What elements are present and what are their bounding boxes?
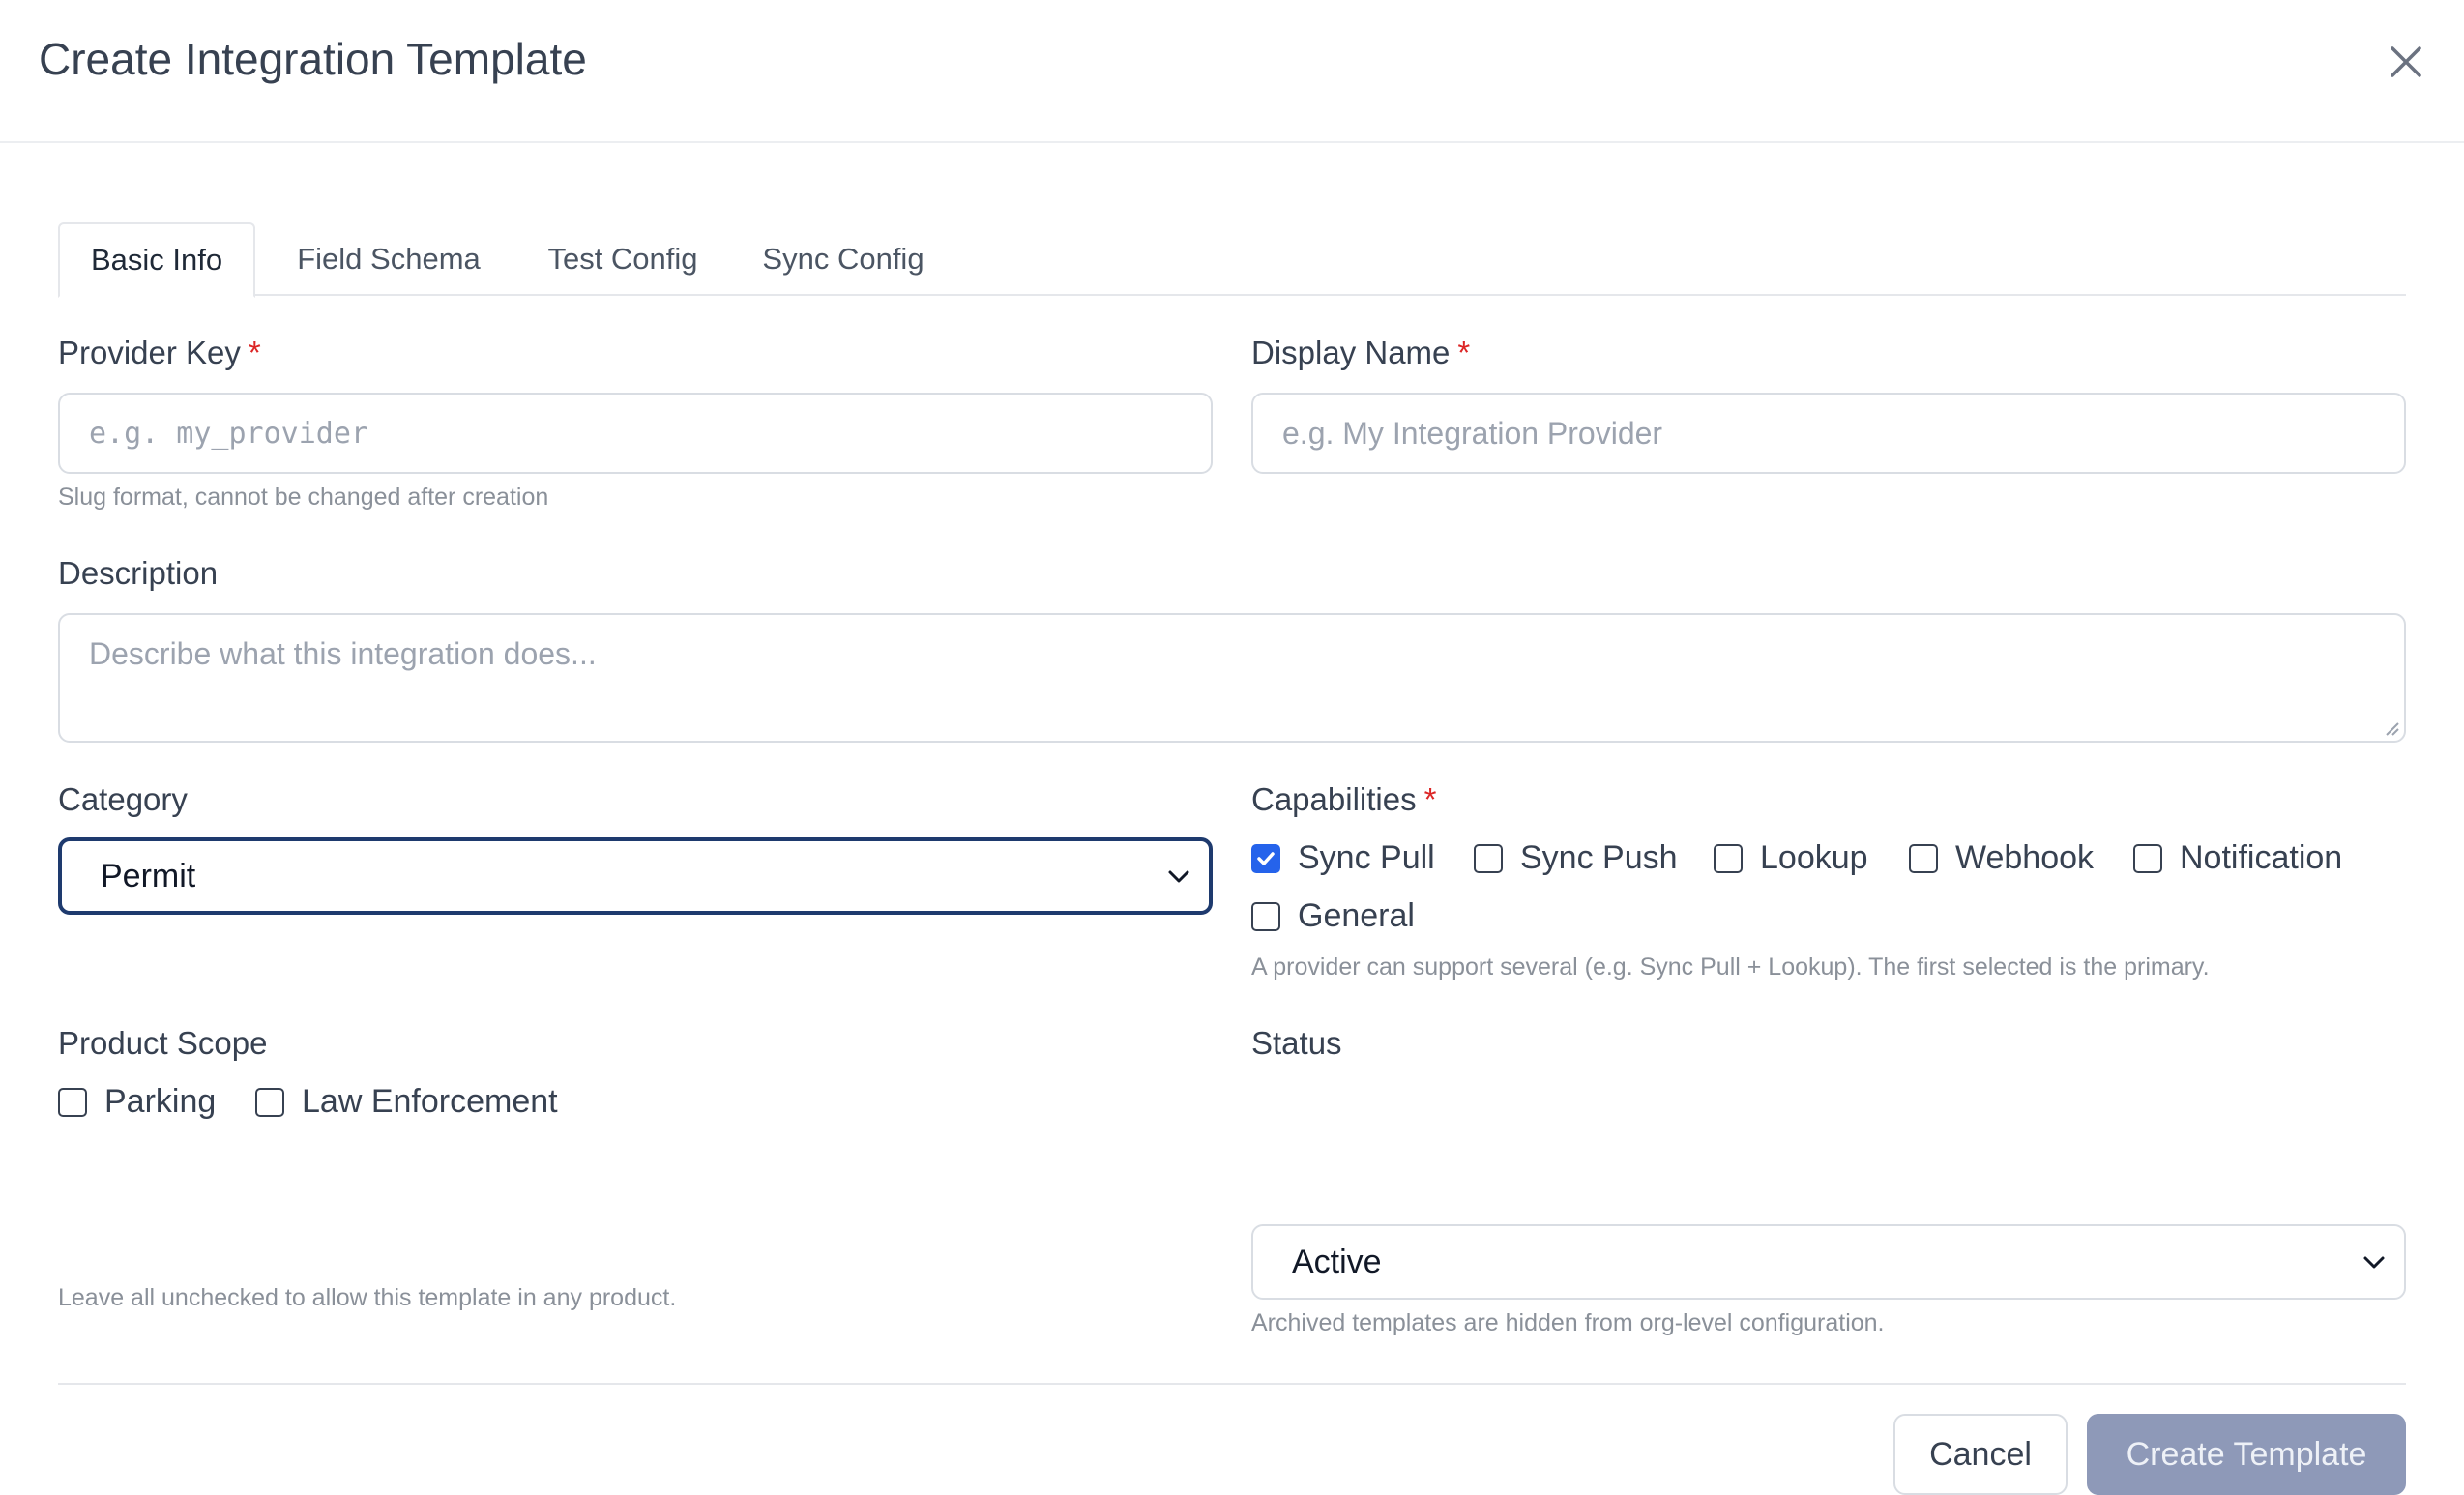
resize-handle-icon[interactable] — [2383, 719, 2400, 737]
tab-bar: Basic Info Field Schema Test Config Sync… — [58, 222, 2406, 298]
capability-webhook[interactable]: Webhook — [1909, 839, 2094, 877]
create-template-button[interactable]: Create Template — [2087, 1414, 2406, 1495]
display-name-label-text: Display Name — [1251, 335, 1451, 370]
description-placeholder: Describe what this integration does... — [89, 636, 597, 671]
footer-divider — [58, 1383, 2406, 1385]
product-scope-law-enforcement[interactable]: Law Enforcement — [255, 1083, 558, 1121]
tab-sync-config[interactable]: Sync Config — [741, 222, 946, 296]
chevron-down-icon — [1168, 870, 1189, 883]
capability-label: Notification — [2180, 839, 2343, 876]
description-textarea[interactable]: Describe what this integration does... — [58, 613, 2406, 743]
category-selected-value: Permit — [101, 857, 196, 894]
checkbox[interactable] — [255, 1087, 284, 1117]
cancel-button[interactable]: Cancel — [1893, 1414, 2068, 1495]
capability-general[interactable]: General — [1251, 897, 1415, 935]
dialog-title: Create Integration Template — [39, 34, 587, 84]
status-select[interactable]: Active — [1251, 1224, 2406, 1300]
capability-notification[interactable]: Notification — [2133, 839, 2342, 877]
checkbox[interactable] — [1909, 843, 1938, 873]
tab-test-config[interactable]: Test Config — [526, 222, 719, 296]
capability-label: Sync Push — [1520, 839, 1678, 876]
checkbox[interactable] — [1714, 843, 1743, 873]
close-button[interactable] — [2381, 37, 2431, 87]
required-mark: * — [248, 335, 261, 370]
capabilities-label-text: Capabilities — [1251, 781, 1417, 817]
product-scope-option-label: Law Enforcement — [302, 1083, 558, 1120]
capabilities-label: Capabilities * — [1251, 781, 1436, 818]
category-select[interactable]: Permit — [58, 837, 1213, 915]
checkbox[interactable] — [1251, 901, 1280, 931]
product-scope-helper: Leave all unchecked to allow this templa… — [58, 1284, 677, 1311]
capability-sync-push[interactable]: Sync Push — [1474, 839, 1678, 877]
check-icon — [1257, 851, 1275, 865]
capability-label: General — [1298, 897, 1415, 934]
checkbox[interactable] — [1251, 843, 1280, 873]
required-mark: * — [1457, 335, 1471, 370]
provider-key-label-text: Provider Key — [58, 335, 241, 370]
product-scope-option-label: Parking — [104, 1083, 217, 1120]
capability-label: Sync Pull — [1298, 839, 1435, 876]
provider-key-input[interactable]: e.g. my_provider — [58, 393, 1213, 474]
tab-field-schema[interactable]: Field Schema — [273, 222, 505, 296]
dialog-header: Create Integration Template — [0, 0, 2464, 143]
capabilities-helper: A provider can support several (e.g. Syn… — [1251, 953, 2210, 981]
product-scope-parking[interactable]: Parking — [58, 1083, 216, 1121]
provider-key-placeholder: e.g. my_provider — [89, 416, 368, 451]
capability-lookup[interactable]: Lookup — [1714, 839, 1868, 877]
checkbox[interactable] — [58, 1087, 87, 1117]
close-icon — [2391, 46, 2421, 77]
status-helper: Archived templates are hidden from org-l… — [1251, 1309, 1885, 1336]
display-name-input[interactable]: e.g. My Integration Provider — [1251, 393, 2406, 474]
status-selected-value: Active — [1292, 1243, 1382, 1280]
tab-basic-info[interactable]: Basic Info — [58, 222, 255, 298]
capability-label: Lookup — [1760, 839, 1868, 876]
capability-sync-pull[interactable]: Sync Pull — [1251, 839, 1435, 877]
product-scope-label: Product Scope — [58, 1025, 268, 1061]
display-name-label: Display Name * — [1251, 335, 1470, 371]
status-label: Status — [1251, 1025, 1342, 1061]
provider-key-helper: Slug format, cannot be changed after cre… — [58, 484, 549, 511]
required-mark: * — [1423, 781, 1437, 817]
checkbox[interactable] — [2133, 843, 2162, 873]
capability-label: Webhook — [1955, 839, 2095, 876]
checkbox[interactable] — [1474, 843, 1503, 873]
category-label: Category — [58, 781, 188, 817]
display-name-placeholder: e.g. My Integration Provider — [1282, 415, 1663, 451]
chevron-down-icon — [2363, 1256, 2385, 1269]
description-label: Description — [58, 555, 219, 591]
provider-key-label: Provider Key * — [58, 335, 261, 371]
